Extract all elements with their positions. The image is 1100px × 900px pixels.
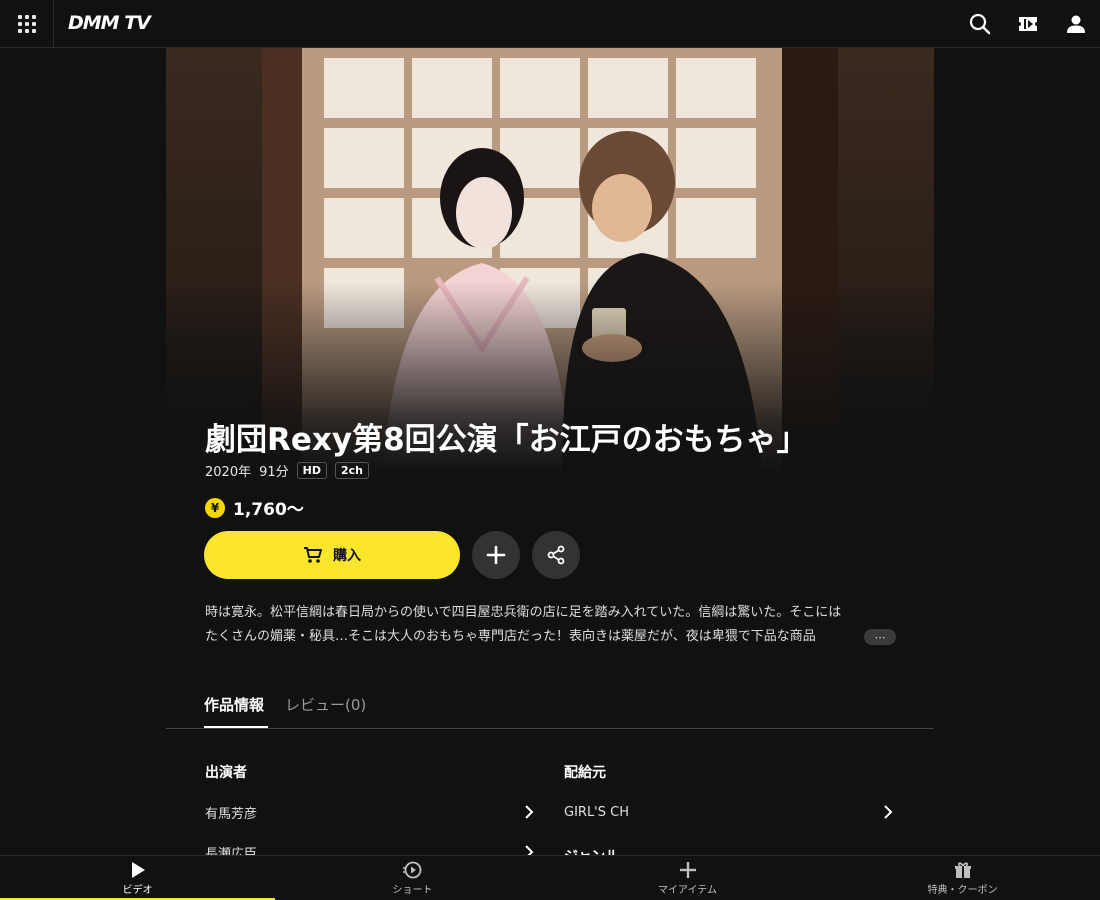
hd-badge: HD xyxy=(296,462,327,479)
nav-my-items[interactable]: マイアイテム xyxy=(550,856,825,900)
grid-menu-icon xyxy=(17,15,36,33)
description-line: 時は寛永。松平信綱は春日局からの使いで四目屋忠兵衛の店に足を踏み入れていた。信綱… xyxy=(205,605,842,620)
share-icon xyxy=(547,545,565,565)
ticket-icon[interactable] xyxy=(1016,12,1040,36)
buy-label: 購入 xyxy=(333,548,361,564)
user-icon[interactable] xyxy=(1064,12,1088,36)
hero-banner xyxy=(166,48,934,474)
tab-reviews[interactable]: レビュー(0) xyxy=(285,694,366,715)
logo[interactable]: DMM TV xyxy=(68,12,151,34)
release-year: 2020年 xyxy=(205,465,252,480)
play-icon xyxy=(131,862,145,878)
cast-heading: 出演者 xyxy=(205,765,247,781)
plus-icon xyxy=(486,545,506,565)
nav-benefits-coupons[interactable]: 特典・クーポン xyxy=(825,856,1100,900)
share-button[interactable] xyxy=(532,531,580,579)
add-to-mylist-button[interactable] xyxy=(472,531,520,579)
search-icon[interactable] xyxy=(968,12,992,36)
distributor-heading: 配給元 xyxy=(564,765,606,781)
page-title: 劇団Rexy第8回公演「お江戸のおもちゃ」 xyxy=(205,422,808,458)
chevron-right-icon xyxy=(525,805,534,819)
nav-video[interactable]: ビデオ xyxy=(0,856,275,900)
price-value: 1,760〜 xyxy=(233,500,304,520)
price: ¥ 1,760〜 xyxy=(205,495,304,520)
chevron-right-icon xyxy=(884,805,893,819)
tab-bar: 作品情報 レビュー(0) xyxy=(166,686,934,729)
gift-icon xyxy=(954,862,971,878)
buy-button[interactable]: 購入 xyxy=(204,531,460,579)
bottom-navigation: ビデオ ショート マイアイテム 特典・クーポン xyxy=(0,855,1100,900)
nav-short[interactable]: ショート xyxy=(275,856,550,900)
cast-item[interactable]: 有馬芳彦 xyxy=(205,800,535,824)
cart-icon xyxy=(304,547,322,563)
plus-icon xyxy=(679,862,696,878)
duration: 91分 xyxy=(259,465,289,480)
description-line: たくさんの媚薬・秘具…そこは大人のおもちゃ専門店だった！表向きは薬屋だが、夜は卑… xyxy=(205,629,816,644)
work-meta: 2020年 91分 HD 2ch xyxy=(205,461,369,480)
distributor-item[interactable]: GIRL'S CH xyxy=(564,800,894,824)
tab-work-info[interactable]: 作品情報 xyxy=(204,694,264,715)
audio-badge: 2ch xyxy=(334,462,369,479)
top-header: DMM TV xyxy=(0,0,1100,48)
short-play-icon xyxy=(402,861,421,879)
active-tab-indicator xyxy=(204,726,268,728)
grid-menu-button[interactable] xyxy=(0,0,54,48)
description: 時は寛永。松平信綱は春日局からの使いで四目屋忠兵衛の店に足を踏み入れていた。信綱… xyxy=(205,601,895,649)
read-more-button[interactable]: ⋯ xyxy=(864,629,896,645)
yen-icon: ¥ xyxy=(205,497,225,518)
